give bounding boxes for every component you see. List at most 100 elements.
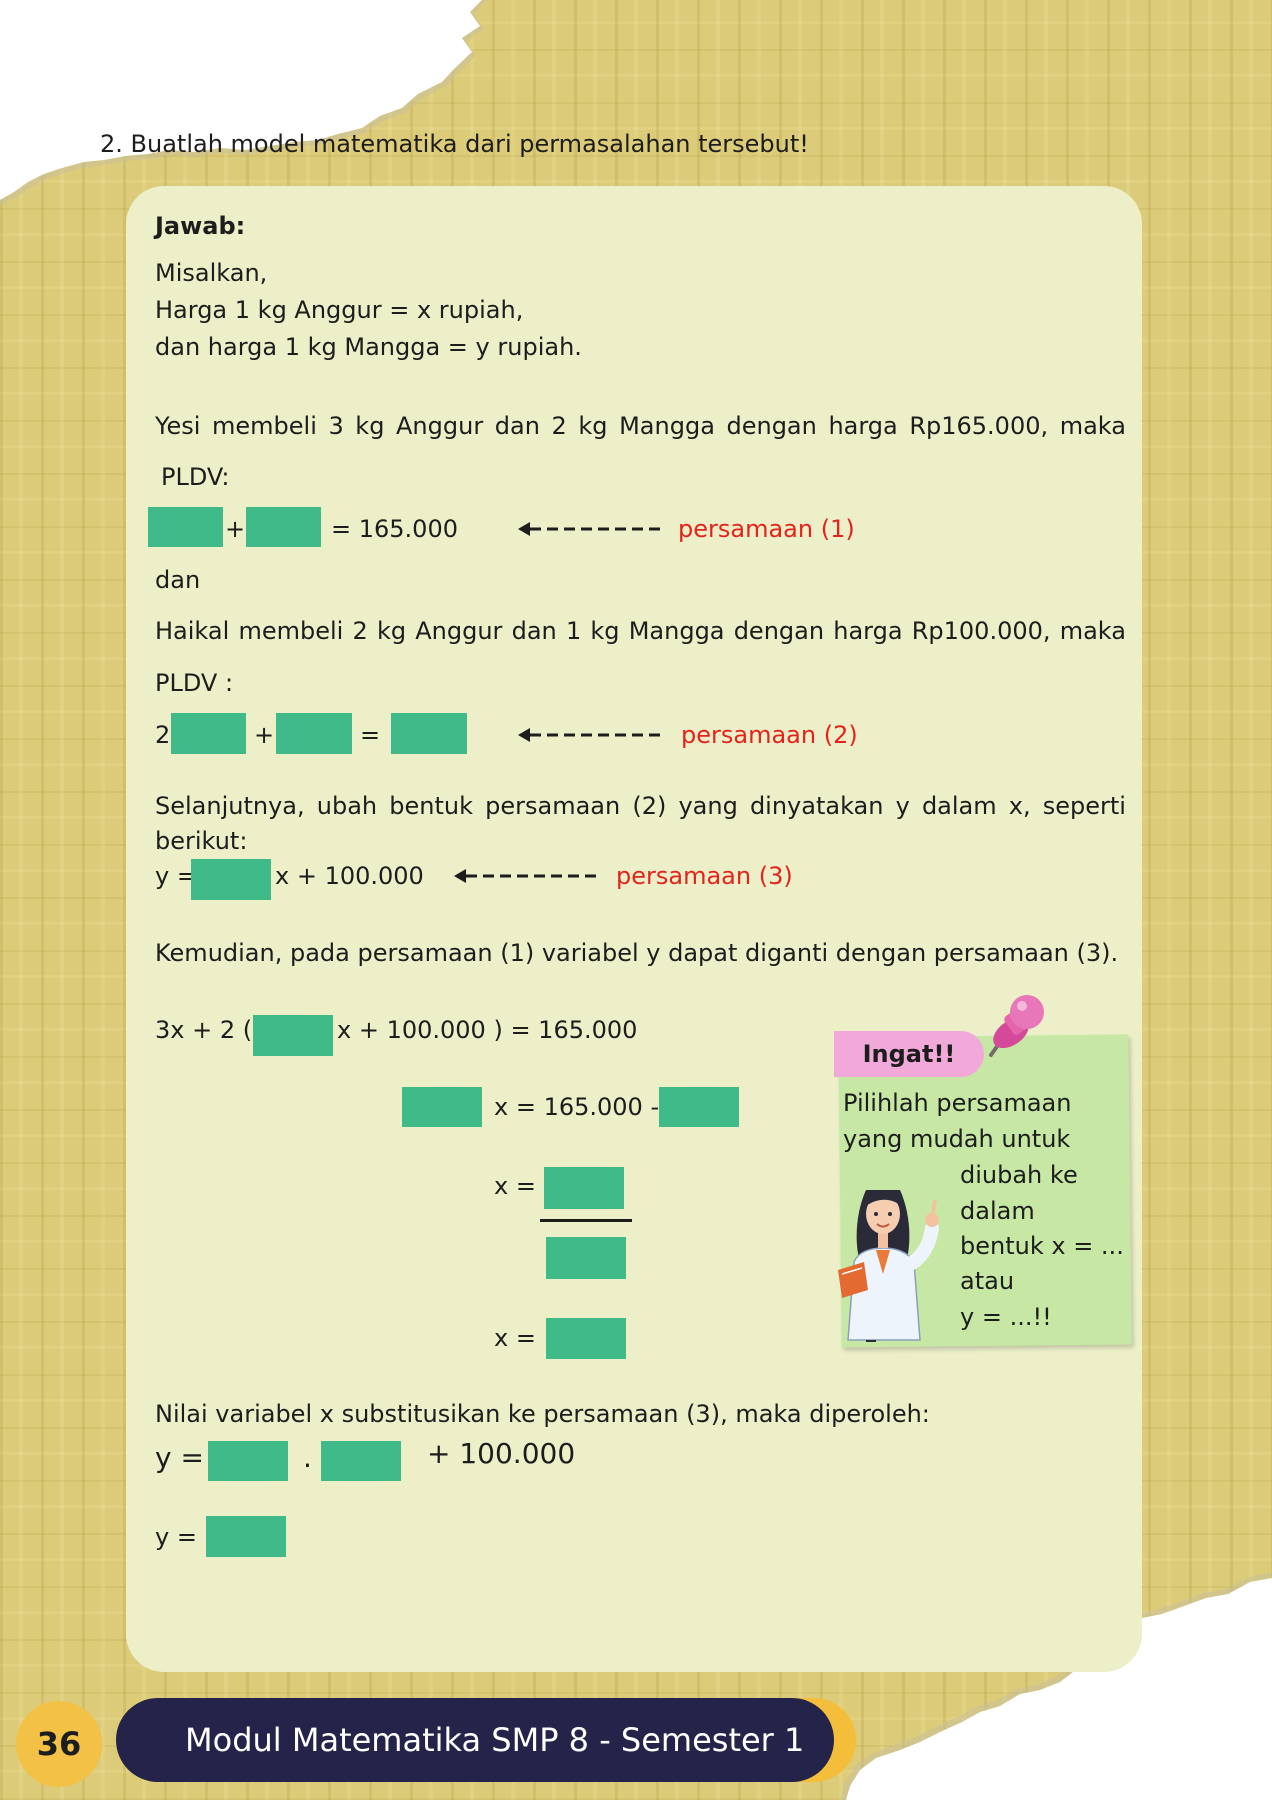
eq1-rhs: = 165.000 (331, 515, 458, 543)
arrow-left-icon (518, 522, 666, 536)
footer-title: Modul Matematika SMP 8 - Semester 1 (185, 1721, 805, 1759)
word: Haikal (155, 617, 230, 645)
note-line-6: atau (960, 1267, 1015, 1295)
answer-heading: Jawab: (155, 212, 246, 240)
eq3-rhs: x + 100.000 (275, 862, 424, 890)
word: bentuk (389, 792, 473, 820)
word: Anggur (415, 617, 503, 645)
final-y1: y = (155, 1441, 204, 1474)
word: ubah (316, 792, 378, 820)
sub-rhs: x + 100.000 ) = 165.000 (337, 1016, 638, 1044)
word: 2 (551, 412, 567, 440)
teacher-illustration-icon (838, 1190, 939, 1342)
word: kg (590, 617, 620, 645)
word: membeli (212, 412, 317, 440)
yesi-pldv: PLDV: (161, 463, 230, 491)
answer-box-sub[interactable] (253, 1015, 333, 1056)
transform-statement: Selanjutnya, ubah bentuk persamaan (2) y… (155, 791, 1126, 821)
note-line-2: yang mudah untuk (843, 1125, 1071, 1153)
word: dengan (726, 412, 817, 440)
answer-box-step2-b[interactable] (659, 1087, 739, 1127)
answer-box-denominator[interactable] (546, 1237, 626, 1279)
word: dalam (921, 792, 997, 820)
dan-text: dan (155, 566, 201, 594)
page-number: 36 (16, 1701, 102, 1787)
fraction-line (540, 1219, 632, 1222)
final-dot: . (303, 1441, 312, 1474)
word: dengan (733, 617, 825, 645)
word: Anggur (396, 412, 484, 440)
answer-box-eq1-a[interactable] (148, 507, 223, 547)
arrow-left-icon (518, 728, 666, 742)
answer-box-eq2-b[interactable] (276, 713, 352, 754)
eq2-coef: 2 (155, 721, 171, 749)
reminder-label: Ingat!! (834, 1031, 984, 1077)
word: Yesi (155, 412, 201, 440)
question-text: 2. Buatlah model matematika dari permasa… (100, 130, 809, 158)
answer-box-eq1-b[interactable] (246, 507, 321, 547)
word: Mangga (619, 412, 715, 440)
pushpin-icon (989, 995, 1044, 1057)
eq1-plus: + (225, 515, 246, 543)
word: yang (678, 792, 738, 820)
note-line-7: y = ...!! (960, 1303, 1052, 1331)
word: 1 (565, 617, 582, 645)
word: 3 (328, 412, 344, 440)
word: Mangga (628, 617, 725, 645)
final-y2: y = (155, 1523, 197, 1551)
eq3-label: persamaan (3) (616, 862, 793, 890)
step4-lhs: x = (494, 1324, 536, 1352)
step2-mid: x = 165.000 - (494, 1093, 660, 1121)
word: 2 (352, 617, 368, 645)
word: Rp165.000, (909, 412, 1049, 440)
answer-box-final-b[interactable] (321, 1441, 401, 1481)
let-intro: Misalkan, (155, 259, 268, 287)
answer-box-step2-a[interactable] (402, 1087, 482, 1127)
note-line-1: Pilihlah persamaan (843, 1089, 1072, 1117)
transform-statement-2: berikut: (155, 827, 248, 855)
word: maka (1059, 617, 1126, 645)
let-y: dan harga 1 kg Mangga = y rupiah. (155, 333, 582, 361)
word: (2) (632, 792, 667, 820)
word: harga (828, 412, 898, 440)
word: membeli (238, 617, 344, 645)
word: x, (1008, 792, 1031, 820)
answer-box-eq2-a[interactable] (171, 713, 246, 754)
arrow-left-icon (454, 869, 602, 883)
answer-box-final-a[interactable] (208, 1441, 288, 1481)
word: y (895, 792, 910, 820)
haikal-pldv: PLDV : (155, 669, 234, 697)
answer-box-numerator[interactable] (544, 1167, 624, 1209)
eq2-plus: + (254, 721, 275, 749)
note-line-3: diubah ke (960, 1161, 1078, 1189)
word: dinyatakan (749, 792, 884, 820)
word: kg (376, 617, 407, 645)
word: kg (355, 412, 385, 440)
word: Selanjutnya, (155, 792, 305, 820)
word: maka (1059, 412, 1126, 440)
word: seperti (1042, 792, 1126, 820)
answer-box-eq2-c[interactable] (391, 713, 467, 754)
word: Rp100.000, (911, 617, 1051, 645)
sub-lhs: 3x + 2 ( (155, 1016, 253, 1044)
final-statement: Nilai variabel x substitusikan ke persam… (155, 1400, 930, 1428)
note-line-4: dalam (960, 1197, 1035, 1225)
yesi-statement: Yesi membeli 3 kg Anggur dan 2 kg Mangga… (155, 411, 1126, 441)
word: harga (833, 617, 903, 645)
word: kg (578, 412, 608, 440)
haikal-statement: Haikal membeli 2 kg Anggur dan 1 kg Mang… (155, 616, 1126, 646)
answer-box-x-result[interactable] (546, 1318, 626, 1359)
eq1-label: persamaan (1) (678, 515, 855, 543)
eq2-equals: = (360, 721, 381, 749)
word: persamaan (485, 792, 621, 820)
let-x: Harga 1 kg Anggur = x rupiah, (155, 296, 524, 324)
word: dan (511, 617, 557, 645)
word: dan (494, 412, 540, 440)
final-plus: + 100.000 (427, 1437, 576, 1470)
substitute-statement: Kemudian, pada persamaan (1) variabel y … (155, 939, 1119, 967)
note-line-5: bentuk x = ... (960, 1232, 1124, 1260)
step3-lhs: x = (494, 1172, 536, 1200)
answer-box-eq3[interactable] (191, 859, 271, 900)
answer-box-y-result[interactable] (206, 1516, 286, 1557)
eq2-label: persamaan (2) (681, 721, 858, 749)
